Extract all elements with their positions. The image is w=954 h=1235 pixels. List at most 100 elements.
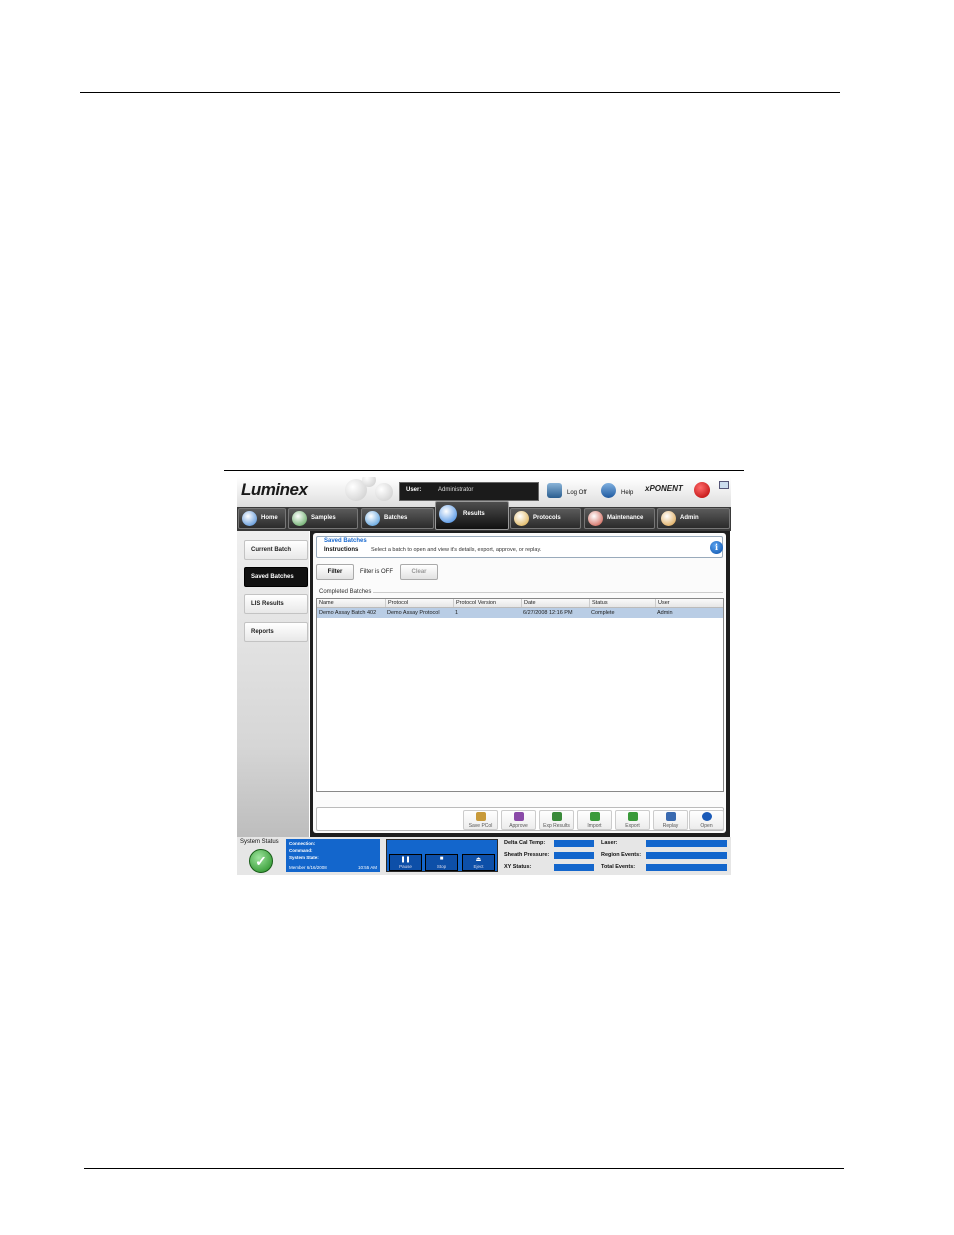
- column-header-protocol[interactable]: Protocol: [385, 599, 453, 607]
- action-label: Approve: [509, 823, 528, 829]
- column-header-protocol-version[interactable]: Protocol Version: [453, 599, 521, 607]
- help-icon[interactable]: [601, 483, 616, 498]
- approve-icon: [514, 812, 524, 821]
- logoff-icon[interactable]: [547, 483, 562, 498]
- tab-home[interactable]: Home: [238, 508, 286, 529]
- table-cell: Complete: [591, 610, 615, 616]
- table-cell: Admin: [657, 610, 673, 616]
- brand-logo: Luminex: [241, 480, 308, 499]
- run-controls: ❚❚ Pause ■ Stop ⏏ Eject: [386, 839, 498, 872]
- protocols-icon: [514, 511, 529, 526]
- save-pcol-button[interactable]: Save PCol: [463, 810, 498, 830]
- instructions-text: Select a batch to open and view it's det…: [371, 547, 542, 553]
- page-title: Saved Batches: [324, 538, 367, 544]
- home-icon: [242, 511, 257, 526]
- open-button[interactable]: Open: [689, 810, 724, 830]
- table-row[interactable]: Demo Assay Batch 402 Demo Assay Protocol…: [317, 608, 723, 618]
- tab-label: Maintenance: [607, 515, 644, 521]
- sidebar-item-current-batch[interactable]: Current Batch: [244, 540, 308, 560]
- decorative-bubble: [362, 477, 376, 487]
- tab-label: Batches: [384, 515, 408, 521]
- export-button[interactable]: Export: [615, 810, 650, 830]
- tab-batches[interactable]: Batches: [361, 508, 434, 529]
- filter-status: Filter is OFF: [360, 569, 393, 575]
- sidebar-item-label: Current Batch: [251, 547, 292, 553]
- results-icon: [439, 505, 457, 523]
- sidebar-item-label: Reports: [251, 629, 274, 635]
- laser-value: [646, 840, 727, 847]
- export-results-icon: [552, 812, 562, 821]
- action-label: Save PCol: [468, 823, 493, 829]
- xy-status-value: [554, 864, 594, 871]
- action-label: Open: [700, 823, 713, 829]
- table-cell: 1: [455, 610, 459, 616]
- sidebar-item-reports[interactable]: Reports: [244, 622, 308, 642]
- clear-filter-button[interactable]: Clear: [400, 564, 438, 580]
- run-button-label: Stop: [436, 864, 447, 869]
- run-button-label: Eject: [473, 864, 484, 869]
- page-bottom-rule: [84, 1168, 844, 1169]
- approve-button[interactable]: Approve: [501, 810, 536, 830]
- column-header-status[interactable]: Status: [589, 599, 655, 607]
- action-label: Import: [587, 823, 602, 829]
- stop-button[interactable]: ■ Stop: [425, 854, 458, 871]
- table-cell: 6/27/2008 12:16 PM: [523, 610, 573, 616]
- total-events-label: Total Events:: [601, 864, 636, 870]
- replay-button[interactable]: Replay: [653, 810, 688, 830]
- user-date: Member 6/16/2008: [289, 865, 327, 870]
- app-window: Luminex User: Administrator Log Off Help…: [237, 477, 731, 875]
- sidebar-item-label: Saved Batches: [251, 574, 294, 580]
- total-events-value: [646, 864, 727, 871]
- sidebar-item-saved-batches[interactable]: Saved Batches: [244, 567, 308, 587]
- tab-label: Protocols: [533, 515, 561, 521]
- saved-batches-content: Saved Batches Instructions Select a batc…: [313, 533, 726, 833]
- system-state-label: System State:: [289, 855, 319, 860]
- delta-cal-temp-label: Delta Cal Temp:: [504, 840, 546, 846]
- completed-batches-label: Completed Batches: [319, 589, 372, 595]
- tab-results[interactable]: Results: [435, 501, 509, 530]
- save-icon: [476, 812, 486, 821]
- action-bar: Save PCol Approve Exp Results Import Exp…: [316, 807, 724, 831]
- sheath-pressure-value: [554, 852, 594, 859]
- export-results-button[interactable]: Exp Results: [539, 810, 574, 830]
- batches-icon: [365, 511, 380, 526]
- tab-maintenance[interactable]: Maintenance: [584, 508, 655, 529]
- user-field: User: Administrator: [399, 482, 539, 501]
- replay-icon: [666, 812, 676, 821]
- info-icon[interactable]: i: [710, 541, 723, 554]
- xy-status-label: XY Status:: [504, 864, 532, 870]
- tab-label: Samples: [311, 515, 336, 521]
- table-cell: Demo Assay Batch 402: [319, 610, 377, 616]
- tab-samples[interactable]: Samples: [288, 508, 358, 529]
- window-mode-icon[interactable]: [719, 481, 729, 489]
- maintenance-icon: [588, 511, 603, 526]
- laser-label: Laser:: [601, 840, 618, 846]
- delta-cal-temp-value: [554, 840, 594, 847]
- tab-protocols[interactable]: Protocols: [510, 508, 581, 529]
- pause-button[interactable]: ❚❚ Pause: [389, 854, 422, 871]
- column-header-date[interactable]: Date: [521, 599, 589, 607]
- tab-label: Admin: [680, 515, 699, 521]
- connection-label: Connection:: [289, 841, 316, 846]
- figure-top-rule: [224, 470, 744, 471]
- user-value: Administrator: [438, 487, 474, 493]
- logoff-button[interactable]: Log Off: [567, 490, 587, 496]
- system-ok-icon[interactable]: ✓: [249, 849, 273, 873]
- tab-label: Results: [463, 511, 485, 517]
- sidebar-item-lis-results[interactable]: LIS Results: [244, 594, 308, 614]
- column-header-name[interactable]: Name: [317, 599, 385, 607]
- column-header-user[interactable]: User: [655, 599, 723, 607]
- stop-icon: ■: [439, 856, 444, 862]
- eject-button[interactable]: ⏏ Eject: [462, 854, 495, 871]
- instructions-box: Saved Batches Instructions Select a batc…: [316, 536, 723, 558]
- import-button[interactable]: Import: [577, 810, 612, 830]
- pause-icon: ❚❚: [400, 857, 411, 863]
- main-nav: Home Samples Batches Results Protocols M…: [237, 501, 731, 531]
- eject-icon: ⏏: [475, 857, 482, 863]
- tab-admin[interactable]: Admin: [657, 508, 730, 529]
- sheath-pressure-label: Sheath Pressure:: [504, 852, 550, 858]
- tab-label: Home: [261, 515, 278, 521]
- filter-button[interactable]: Filter: [316, 564, 354, 580]
- help-button[interactable]: Help: [621, 490, 633, 496]
- clock-time: 10:55 AM: [358, 865, 378, 870]
